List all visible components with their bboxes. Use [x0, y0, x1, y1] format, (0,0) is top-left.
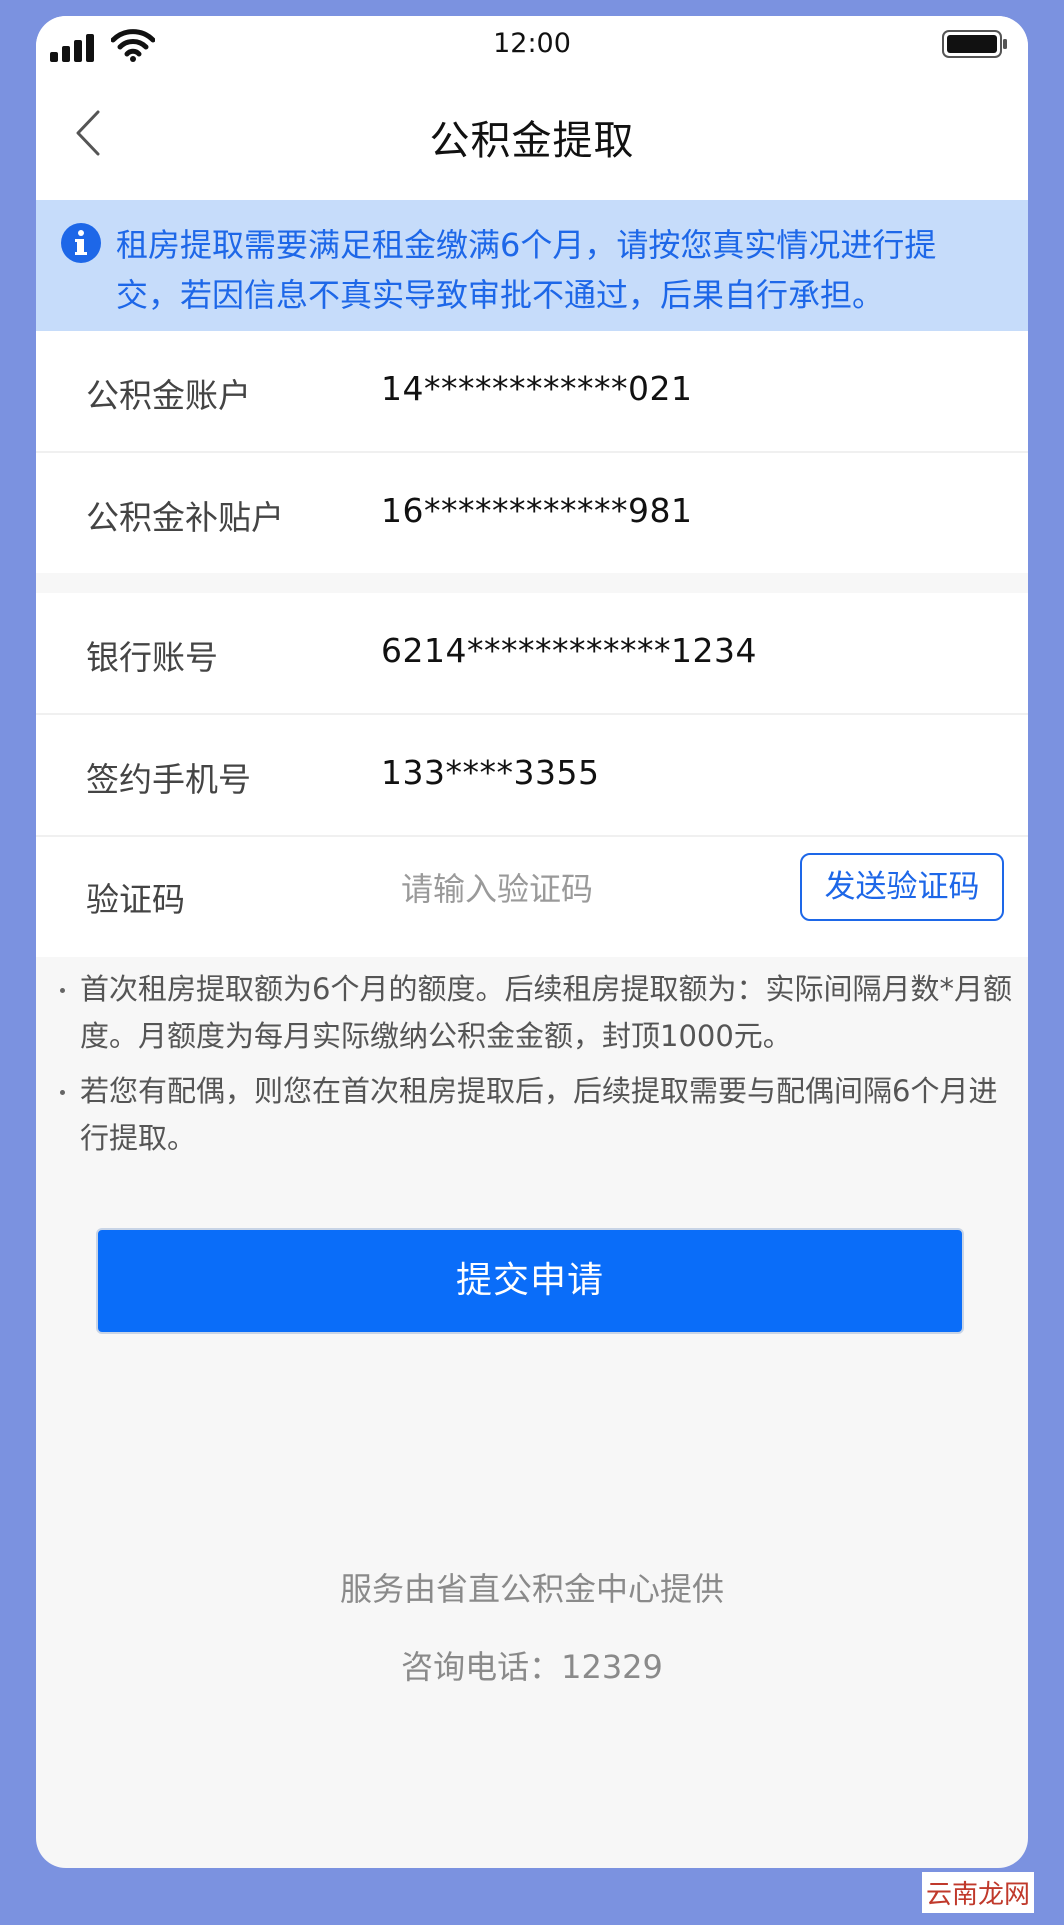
note-item: 首次租房提取额为6个月的额度。后续租房提取额为：实际间隔月数*月额度。月额度为每… [56, 966, 1016, 1060]
notice-text: 租房提取需要满足租金缴满6个月，请按您真实情况进行提交，若因信息不真实导致审批不… [116, 226, 937, 314]
bank-account-row: 银行账号 6214************1234 [36, 593, 1028, 713]
page-title: 公积金提取 [429, 118, 635, 164]
verify-code-label: 验证码 [86, 880, 185, 919]
watermark-logo: 云南龙网 [921, 1872, 1034, 1913]
subsidy-account-value: 16************981 [381, 491, 693, 530]
note-item: 若您有配偶，则您在首次租房提取后，后续提取需要与配偶间隔6个月进行提取。 [56, 1068, 1016, 1162]
subsidy-account-row: 公积金补贴户 16************981 [36, 453, 1028, 573]
submit-button[interactable]: 提交申请 [96, 1228, 964, 1334]
subsidy-account-label: 公积金补贴户 [86, 498, 284, 537]
phone-row: 签约手机号 133****3355 [36, 715, 1028, 835]
account-row: 公积金账户 14************021 [36, 331, 1028, 451]
phone-screen: 12:00 公积金提取 租房提取需要满足租金缴满6个月，请按您真实情况进行提交，… [36, 16, 1028, 1868]
phone-label: 签约手机号 [86, 760, 251, 799]
send-code-button[interactable]: 发送验证码 [800, 853, 1004, 921]
battery-icon [942, 30, 1007, 58]
account-label: 公积金账户 [86, 376, 251, 415]
notes-list: 首次租房提取额为6个月的额度。后续租房提取额为：实际间隔月数*月额度。月额度为每… [56, 966, 1016, 1170]
status-time: 12:00 [493, 28, 571, 59]
bank-account-value: 6214************1234 [381, 631, 757, 670]
nav-bar: 公积金提取 [36, 78, 1028, 200]
verify-code-row: 验证码 发送验证码 [36, 837, 1028, 957]
provider-text: 服务由省直公积金中心提供 [339, 1570, 724, 1608]
info-icon [61, 223, 101, 263]
notice-banner: 租房提取需要满足租金缴满6个月，请按您真实情况进行提交，若因信息不真实导致审批不… [36, 200, 1028, 331]
verify-code-input[interactable] [381, 861, 791, 917]
bank-account-label: 银行账号 [86, 638, 218, 677]
phone-value: 133****3355 [381, 753, 600, 792]
account-value: 14************021 [381, 369, 693, 408]
hotline-text: 咨询电话：12329 [401, 1648, 663, 1686]
status-bar: 12:00 [36, 16, 1028, 78]
